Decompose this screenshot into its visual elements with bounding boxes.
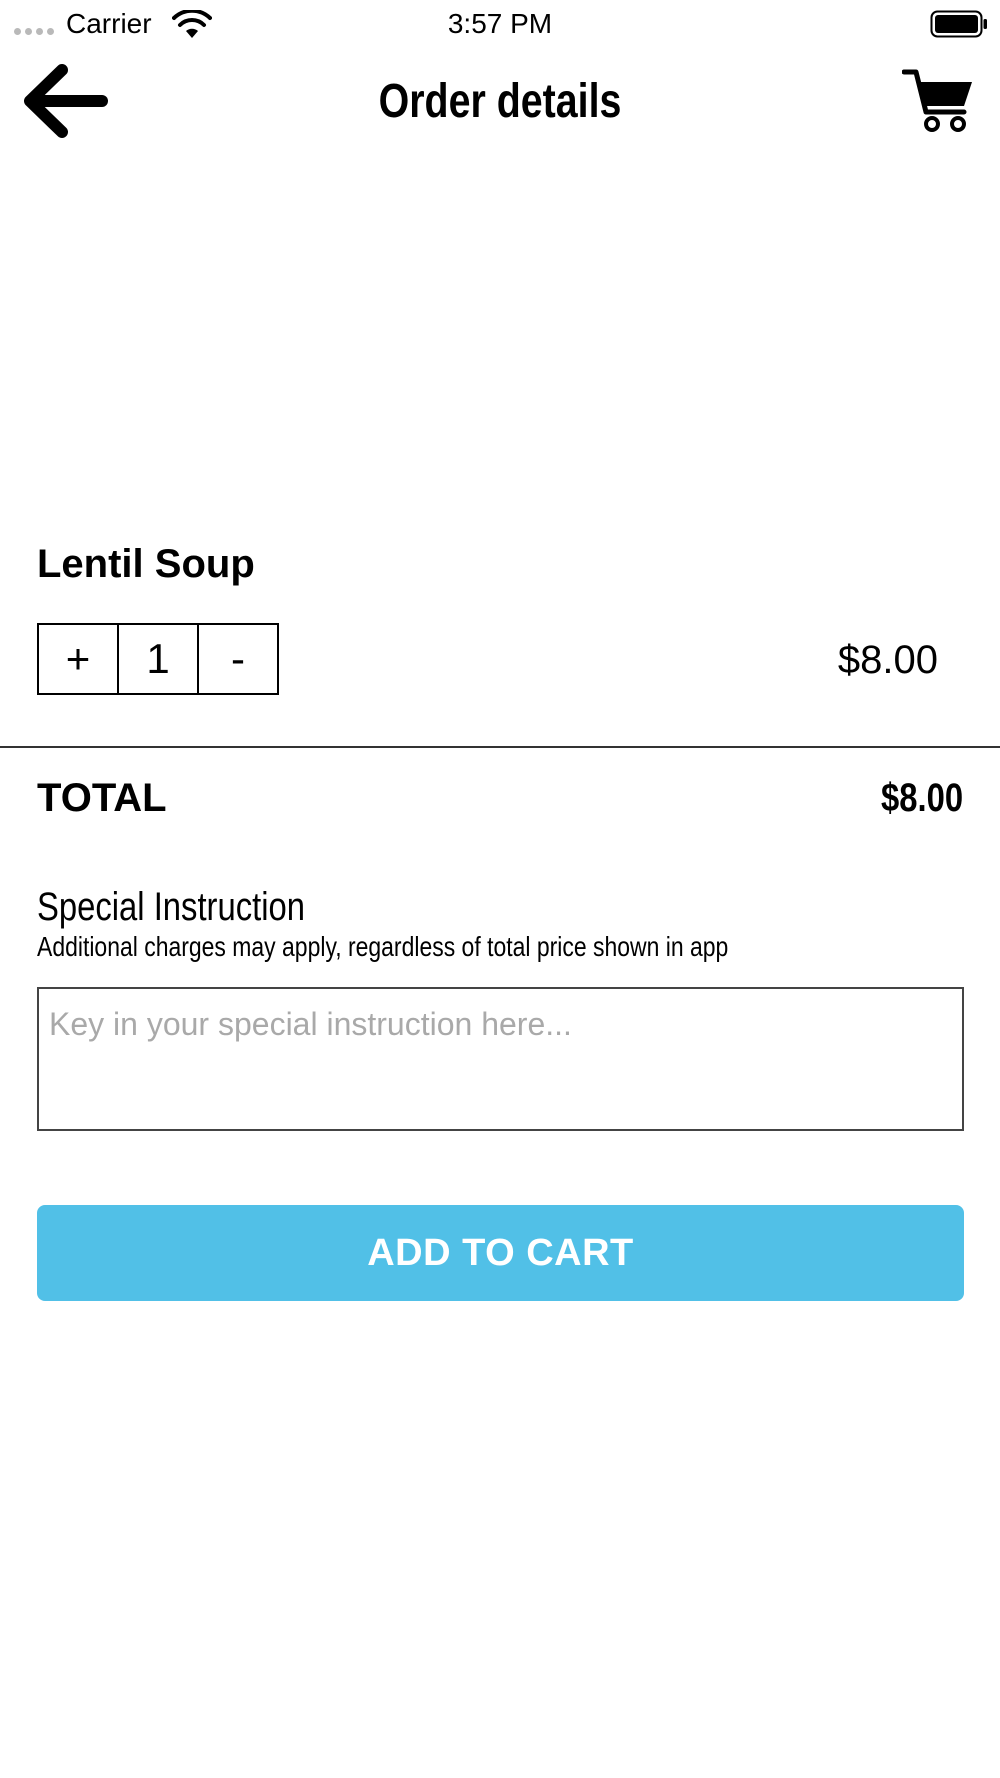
special-instruction-note: Additional charges may apply, regardless… (37, 931, 729, 962)
item-name: Lentil Soup (37, 542, 255, 586)
total-label: TOTAL (37, 776, 167, 820)
battery-icon (930, 10, 987, 38)
increment-button[interactable]: + (37, 623, 119, 695)
shopping-cart-icon[interactable] (902, 66, 974, 138)
add-to-cart-button[interactable]: ADD TO CART (37, 1205, 964, 1301)
status-time: 3:57 PM (447, 8, 553, 39)
item-price: $8.00 (837, 638, 938, 682)
total-value: $8.00 (880, 776, 963, 820)
quantity-value: 1 (119, 623, 199, 695)
special-instruction-input[interactable] (37, 987, 964, 1131)
decrement-button[interactable]: - (199, 623, 279, 695)
page-title: Order details (378, 75, 622, 128)
quantity-stepper: + 1 - (37, 623, 279, 695)
status-bar: Carrier 3:57 PM (0, 0, 1000, 48)
special-instruction-title: Special Instruction (37, 885, 306, 929)
divider (0, 746, 1000, 748)
